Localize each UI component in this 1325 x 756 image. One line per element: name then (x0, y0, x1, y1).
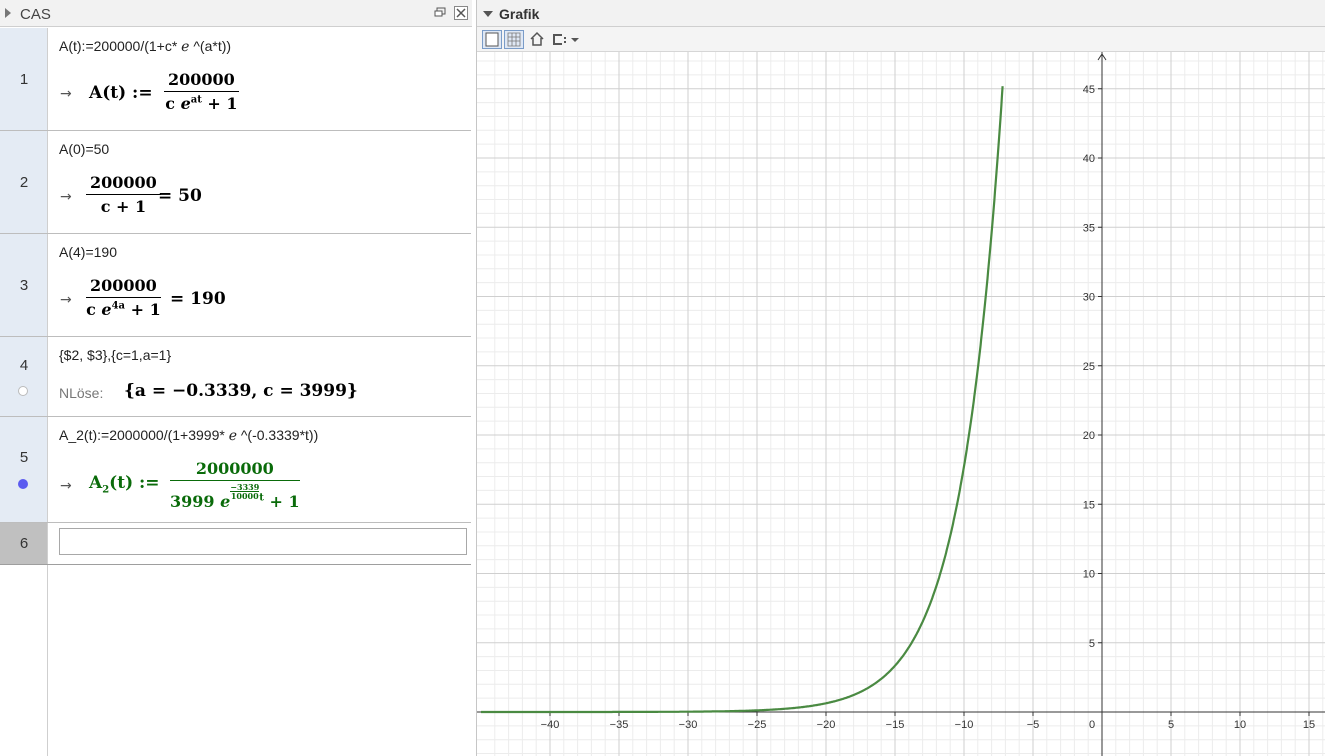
output-fraction: 200000 c e4a + 1 (86, 276, 161, 319)
row-input[interactable]: A(4)=190 (59, 244, 117, 260)
output-fraction: 200000 c + 1 (86, 173, 161, 216)
cas-row-6[interactable]: 6 (0, 523, 471, 565)
x-tick-label: −30 (679, 719, 698, 731)
x-tick-label: −35 (610, 719, 629, 731)
row-input[interactable]: A_2(t):=2000000/(1+3999* ℯ ^(-0.3339*t)) (59, 427, 318, 444)
command-label: NLöse: (59, 385, 104, 401)
output-arrow-icon: → (60, 86, 72, 102)
collapse-triangle-icon[interactable] (483, 11, 493, 17)
x-tick-label: −40 (541, 719, 560, 731)
output-lhs: A2(t) := (89, 473, 160, 496)
y-tick-label: 10 (1083, 569, 1095, 581)
collapse-triangle-icon[interactable] (5, 8, 11, 18)
x-tick-label: −5 (1027, 719, 1040, 731)
cas-row-1[interactable]: 1 A(t):=200000/(1+c* ℯ ^(a*t)) → A(t) :=… (0, 28, 471, 131)
row-input[interactable]: A(0)=50 (59, 141, 109, 157)
cas-row-2[interactable]: 2 A(0)=50 → 200000 c + 1 = 50 (0, 131, 471, 234)
row-input[interactable]: A(t):=200000/(1+c* ℯ ^(a*t)) (59, 38, 231, 55)
cas-row-4[interactable]: 4 {$2, $3},{c=1,a=1} NLöse: {a = −0.3339… (0, 337, 471, 417)
output-arrow-icon: → (60, 292, 72, 308)
row-number[interactable]: 3 (0, 234, 48, 336)
y-tick-label: 25 (1083, 361, 1095, 373)
cas-row-3[interactable]: 3 A(4)=190 → 200000 c e4a + 1 = 190 (0, 234, 471, 337)
row-number[interactable]: 4 (0, 337, 48, 416)
y-tick-label: 30 (1083, 292, 1095, 304)
graphics-panel: Grafik −40 −35 −30 −25 −20 −15 −10 −5 5 10 15 0 5 10 1… (476, 0, 1325, 756)
grid-icon[interactable] (504, 30, 524, 49)
zoom-options-icon[interactable] (550, 30, 582, 49)
x-tick-label: −20 (817, 719, 836, 731)
row-input[interactable]: {$2, $3},{c=1,a=1} (59, 347, 171, 363)
output-fraction: 200000 c eat + 1 (164, 70, 239, 113)
close-icon[interactable] (454, 6, 468, 20)
output-rhs: = 50 (158, 186, 202, 206)
y-tick-label: 20 (1083, 430, 1095, 442)
x-tick-label: −10 (955, 719, 974, 731)
graphics-title: Grafik (499, 6, 540, 22)
y-tick-label: 35 (1083, 222, 1095, 234)
row-number[interactable]: 1 (0, 28, 48, 130)
y-tick-label: 5 (1089, 638, 1095, 650)
x-tick-label: −25 (748, 719, 767, 731)
y-tick-label: 40 (1083, 153, 1095, 165)
function-curve-a2 (481, 86, 1004, 714)
graphics-toolbar (477, 27, 1325, 52)
graphics-header: Grafik (477, 0, 1325, 27)
origin-label: 0 (1089, 719, 1095, 731)
y-tick-label: 45 (1083, 84, 1095, 96)
row-number[interactable]: 5 (0, 417, 48, 522)
x-tick-label: −15 (886, 719, 905, 731)
x-tick-label: 15 (1303, 719, 1315, 731)
visibility-toggle-empty[interactable] (18, 386, 28, 396)
undock-icon[interactable] (434, 6, 448, 20)
cas-header: CAS (0, 0, 472, 27)
cas-input-field[interactable] (59, 528, 467, 555)
y-tick-label: 15 (1083, 499, 1095, 511)
x-tick-label: 5 (1168, 719, 1174, 731)
output-arrow-icon: → (60, 478, 72, 494)
output-lhs: A(t) := (89, 83, 153, 103)
cas-title: CAS (20, 6, 51, 23)
output-arrow-icon: → (60, 189, 72, 205)
home-icon[interactable] (529, 30, 545, 49)
row-number[interactable]: 6 (0, 523, 48, 564)
row-number[interactable]: 2 (0, 131, 48, 233)
graphics-style-icon[interactable] (482, 30, 502, 49)
graph-plot[interactable]: −40 −35 −30 −25 −20 −15 −10 −5 5 10 15 0 5 10 15 20 25 30… (477, 52, 1325, 756)
visibility-toggle-filled[interactable] (18, 479, 28, 489)
cas-row-5[interactable]: 5 A_2(t):=2000000/(1+3999* ℯ ^(-0.3339*t… (0, 417, 471, 523)
output-rhs: = 190 (170, 289, 226, 309)
cas-panel: CAS 1 A(t):=200000/(1+c* ℯ ^(a*t)) → A(t… (0, 0, 472, 756)
output-fraction: 2000000 3999 e −3339 10000 t + 1 (170, 459, 300, 511)
x-tick-label: 10 (1234, 719, 1246, 731)
output-result: {a = −0.3339, c = 3999} (124, 381, 358, 401)
